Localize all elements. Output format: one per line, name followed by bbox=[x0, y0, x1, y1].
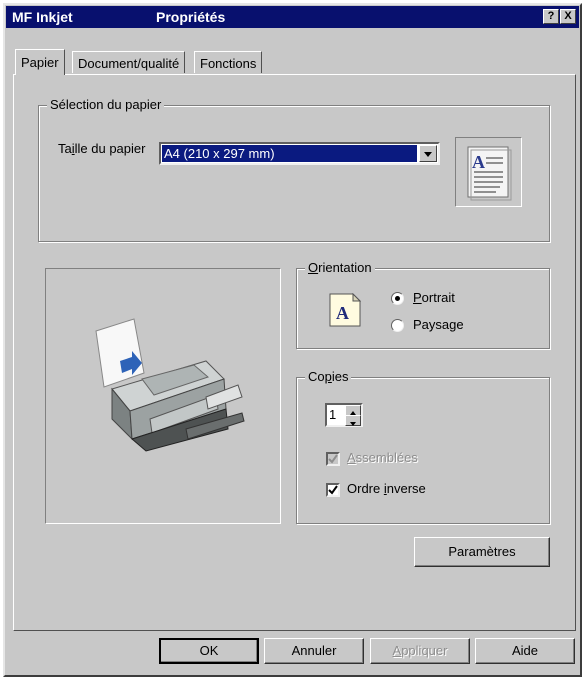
apply-label-rest: ppliquer bbox=[401, 643, 448, 658]
help-button[interactable]: Aide bbox=[475, 638, 575, 664]
copies-legend-start: Co bbox=[308, 369, 325, 384]
portrait-label-rest: ortrait bbox=[421, 290, 455, 305]
tab-panel-papier: Sélection du papier Taille du papier A4 … bbox=[13, 74, 576, 631]
reverse-order-label[interactable]: Ordre inverse bbox=[347, 481, 426, 496]
collate-checkbox[interactable] bbox=[326, 452, 340, 466]
orientation-legend: Orientation bbox=[305, 260, 375, 276]
window-app-name: MF Inkjet bbox=[12, 9, 73, 25]
paper-selection-legend: Sélection du papier bbox=[47, 97, 165, 113]
help-title-button[interactable]: ? bbox=[543, 9, 559, 24]
apply-label-mnemonic: A bbox=[392, 643, 402, 658]
copies-decrement-button[interactable] bbox=[345, 415, 361, 426]
collate-label-rest: ssemblées bbox=[355, 450, 418, 465]
portrait-page-icon: A bbox=[329, 293, 361, 327]
landscape-label[interactable]: Paysage bbox=[413, 317, 464, 332]
chevron-down-icon[interactable] bbox=[419, 145, 437, 162]
paper-size-label-start: Ta bbox=[58, 141, 72, 156]
copies-legend: Copies bbox=[305, 369, 352, 385]
checkmark-icon bbox=[328, 454, 338, 464]
parameters-button[interactable]: Paramètres bbox=[414, 537, 550, 567]
arrow-down-icon bbox=[350, 422, 356, 426]
close-title-button[interactable]: X bbox=[560, 9, 576, 24]
reverse-order-checkbox[interactable] bbox=[326, 483, 340, 497]
portrait-radio[interactable] bbox=[391, 292, 404, 305]
printer-icon bbox=[95, 318, 245, 452]
paper-selection-group: Sélection du papier Taille du papier A4 … bbox=[38, 97, 550, 242]
copies-legend-end: ies bbox=[331, 369, 349, 384]
properties-dialog: MF Inkjet Propriétés ? X Papier Document… bbox=[3, 3, 582, 677]
landscape-label-end: e bbox=[456, 317, 464, 332]
tab-papier[interactable]: Papier bbox=[15, 49, 65, 75]
checkmark-icon bbox=[328, 485, 338, 495]
svg-text:A: A bbox=[472, 152, 485, 172]
cancel-button[interactable]: Annuler bbox=[264, 638, 364, 664]
apply-button[interactable]: Appliquer bbox=[370, 638, 470, 664]
paper-size-value: A4 (210 x 297 mm) bbox=[162, 145, 417, 162]
landscape-radio[interactable] bbox=[391, 319, 404, 332]
collate-label[interactable]: Assemblées bbox=[347, 450, 418, 465]
tab-fonctions[interactable]: Fonctions bbox=[194, 51, 263, 73]
paper-size-select[interactable]: A4 (210 x 297 mm) bbox=[159, 142, 440, 165]
window-title: Propriétés bbox=[156, 9, 226, 25]
paper-document-icon: A bbox=[467, 146, 512, 201]
paper-size-label: Taille du papier bbox=[58, 141, 145, 156]
copies-legend-mnemonic: p bbox=[324, 369, 332, 384]
ok-button[interactable]: OK bbox=[159, 638, 259, 664]
title-bar[interactable]: MF Inkjet Propriétés ? X bbox=[6, 6, 579, 28]
orientation-icon-letter: A bbox=[336, 303, 349, 323]
collate-label-mnemonic: A bbox=[347, 450, 356, 465]
orientation-legend-rest: rientation bbox=[318, 260, 372, 275]
portrait-label-mnemonic: P bbox=[413, 290, 422, 305]
paper-size-label-end: lle du papier bbox=[74, 141, 146, 156]
portrait-label[interactable]: Portrait bbox=[413, 290, 455, 305]
reverse-order-label-start: Ordre bbox=[347, 481, 384, 496]
reverse-order-label-end: nverse bbox=[386, 481, 426, 496]
orientation-group: Orientation A Portrait Paysage bbox=[296, 260, 550, 349]
paper-preview: A bbox=[455, 137, 522, 207]
copies-group: Copies 1 Assemblées Ordre inverse bbox=[296, 369, 550, 524]
tab-document-qualite[interactable]: Document/qualité bbox=[72, 51, 186, 73]
printer-illustration-frame bbox=[45, 268, 281, 524]
orientation-legend-mnemonic: O bbox=[308, 260, 319, 275]
landscape-label-start: Paysa bbox=[413, 317, 450, 332]
